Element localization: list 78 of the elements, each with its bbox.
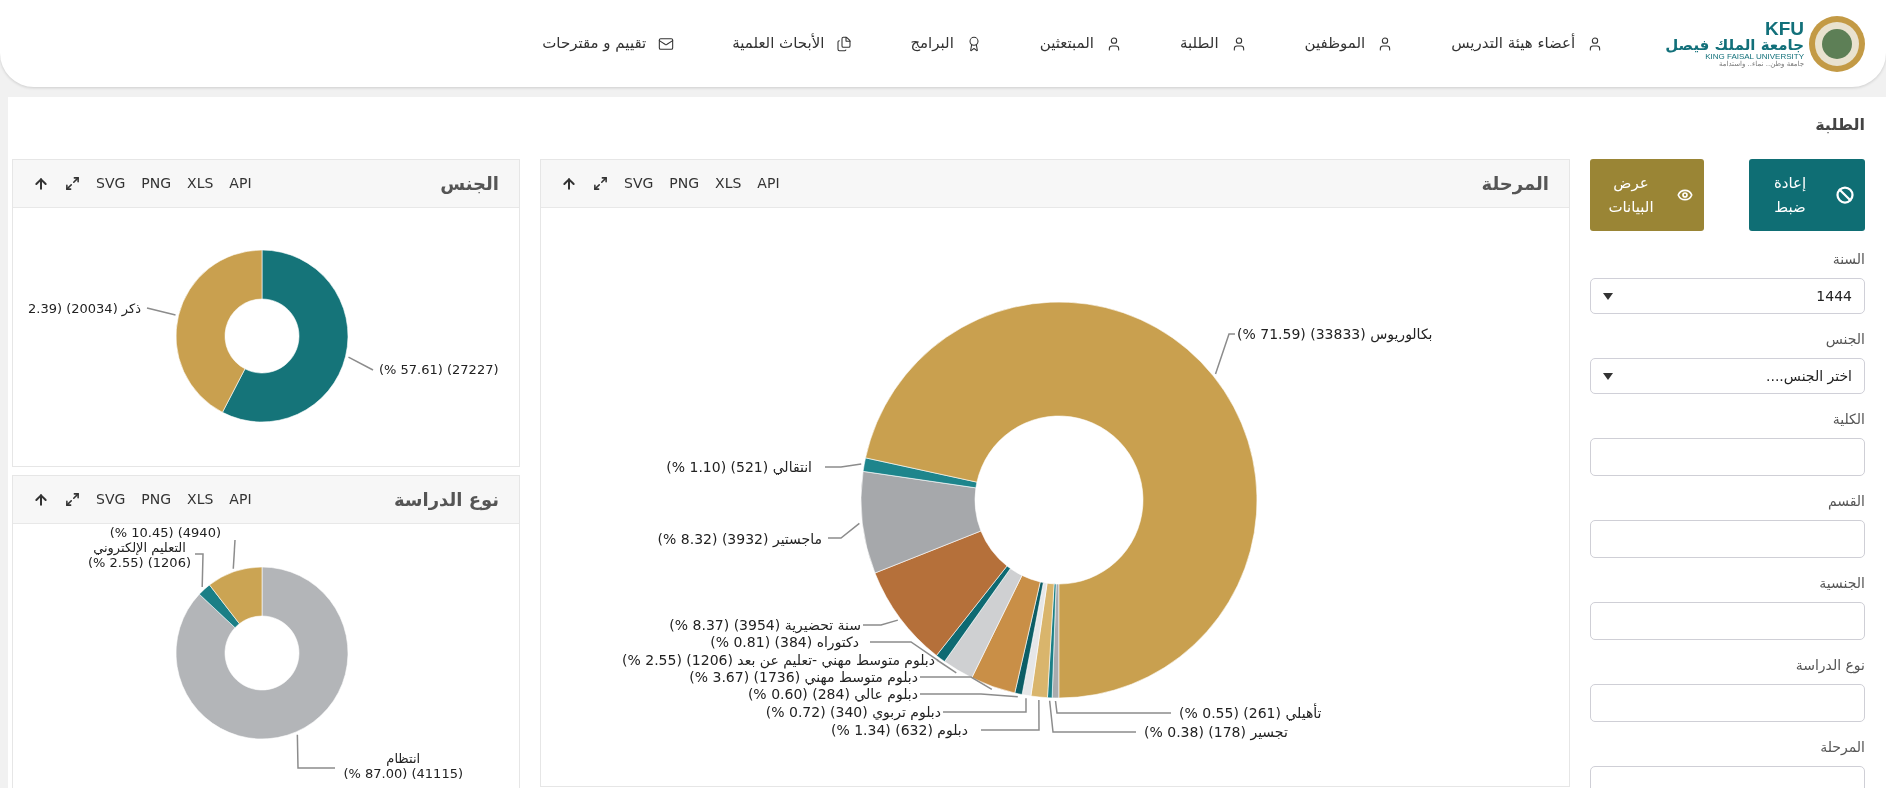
field-label: القسم bbox=[1826, 492, 1865, 512]
data-label: دكتوراه (384) (0.81 %) bbox=[710, 633, 859, 651]
field-label: الجنس bbox=[1824, 330, 1865, 350]
reset-button[interactable]: إعادة ضبط bbox=[1749, 159, 1865, 231]
select-field[interactable]: 1444 bbox=[1590, 278, 1865, 314]
data-label: دبلوم متوسط مهني (1736) (3.67 %) bbox=[689, 668, 918, 686]
export-link[interactable]: XLS bbox=[715, 173, 742, 194]
data-label: سنة تحضيرية (3954) (8.37 %) bbox=[669, 616, 861, 634]
ban-icon bbox=[1836, 186, 1854, 204]
expand-icon[interactable] bbox=[65, 492, 80, 507]
leader-line bbox=[347, 356, 374, 371]
input-field[interactable] bbox=[1590, 520, 1865, 558]
data-label: دبلوم تربوي (340) (0.72 %) bbox=[765, 703, 941, 721]
leader-line bbox=[296, 733, 336, 769]
page-title: الطلبة bbox=[1814, 114, 1865, 136]
export-link[interactable]: SVG bbox=[96, 173, 126, 194]
expand-icon[interactable] bbox=[65, 176, 80, 191]
leader-line bbox=[194, 553, 204, 588]
export-link[interactable]: XLS bbox=[187, 173, 214, 194]
field-label: السنة bbox=[1831, 250, 1865, 269]
expand-icon[interactable] bbox=[593, 176, 608, 191]
user-icon bbox=[1106, 35, 1122, 52]
data-label: دبلوم (632) (1.34 %) bbox=[830, 721, 968, 739]
data-label: تأهيلي (261) (0.55 %) bbox=[1179, 704, 1322, 722]
docs-icon bbox=[836, 35, 853, 52]
data-label: دبلوم متوسط مهني -تعليم عن بعد (1206) (2.55 %) bbox=[622, 651, 935, 669]
nav-link[interactable]: البرامج bbox=[910, 32, 982, 55]
nav-link[interactable]: الموظفين bbox=[1304, 32, 1394, 55]
nav-link[interactable]: أعضاء هيئة التدريس bbox=[1451, 32, 1604, 55]
logo-english-name: KING FAISAL UNIVERSITY bbox=[1705, 53, 1804, 61]
export-link[interactable]: PNG bbox=[141, 173, 172, 194]
field-label: الجنسية bbox=[1818, 574, 1865, 593]
input-field[interactable] bbox=[1590, 438, 1865, 476]
input-field[interactable] bbox=[1590, 684, 1865, 722]
logo-name: جامعة الملك فيصل bbox=[1665, 38, 1804, 53]
leader-line bbox=[146, 307, 177, 316]
export-link[interactable]: API bbox=[229, 173, 252, 194]
logo-abbreviation: KFU bbox=[1764, 19, 1804, 38]
field-label: المرحلة bbox=[1819, 738, 1865, 757]
nav-link[interactable]: تقييم و مقترحات bbox=[542, 32, 675, 55]
view-data-button[interactable]: عرض البيانات bbox=[1590, 159, 1704, 231]
export-link[interactable]: API bbox=[229, 489, 252, 510]
export-link[interactable]: API bbox=[757, 173, 780, 194]
data-label: انتظام (41115) (87.00 %) bbox=[343, 752, 463, 782]
leader-line bbox=[1214, 333, 1236, 375]
nav-link[interactable]: المبتعثين bbox=[1039, 32, 1122, 55]
caret-icon bbox=[1603, 372, 1613, 380]
data-label: دبلوم عالي (284) (0.60 %) bbox=[747, 685, 918, 703]
data-label: (4940) (10.45 %) bbox=[109, 525, 221, 541]
export-link[interactable]: SVG bbox=[96, 489, 126, 510]
leader-line bbox=[862, 619, 899, 626]
panel-title: المرحلة bbox=[1481, 172, 1549, 197]
export-link[interactable]: SVG bbox=[624, 173, 654, 194]
export-link[interactable]: XLS bbox=[187, 489, 214, 510]
input-field[interactable] bbox=[1590, 602, 1865, 640]
data-label: ذكر (20034) (2.39 bbox=[28, 301, 141, 317]
leader-line bbox=[824, 463, 862, 468]
export-link[interactable]: PNG bbox=[669, 173, 700, 194]
field-label: الكلية bbox=[1831, 410, 1865, 429]
data-label: تجسير (178) (0.38 %) bbox=[1144, 723, 1288, 741]
data-label: بكالوريوس (33833) (71.59 %) bbox=[1237, 325, 1433, 343]
nav-link[interactable]: الأبحاث العلمية bbox=[732, 32, 853, 55]
mail-icon bbox=[658, 35, 675, 52]
field-label: نوع الدراسة bbox=[1794, 656, 1865, 676]
data-label: ماجستير (3932) (8.32 %) bbox=[657, 530, 822, 548]
data-label: انتقالي (521) (1.10 %) bbox=[666, 458, 812, 476]
select-field[interactable]: اختر الجنس.... bbox=[1590, 358, 1865, 394]
caret-icon bbox=[1603, 292, 1613, 300]
logo-emblem-icon bbox=[1808, 14, 1866, 73]
panel-title: الجنس bbox=[440, 172, 499, 196]
leader-line bbox=[827, 522, 861, 539]
data-label: التعليم الإلكتروني (1206) (2.55 %) bbox=[88, 541, 191, 571]
data-label: (27227) (57.61 %) bbox=[379, 362, 499, 378]
export-link[interactable]: PNG bbox=[141, 489, 172, 510]
panel-title: نوع الدراسة bbox=[393, 488, 499, 513]
nav-link[interactable]: الطلبة bbox=[1180, 32, 1247, 55]
eye-icon bbox=[1677, 187, 1693, 203]
leader-line bbox=[232, 539, 236, 570]
